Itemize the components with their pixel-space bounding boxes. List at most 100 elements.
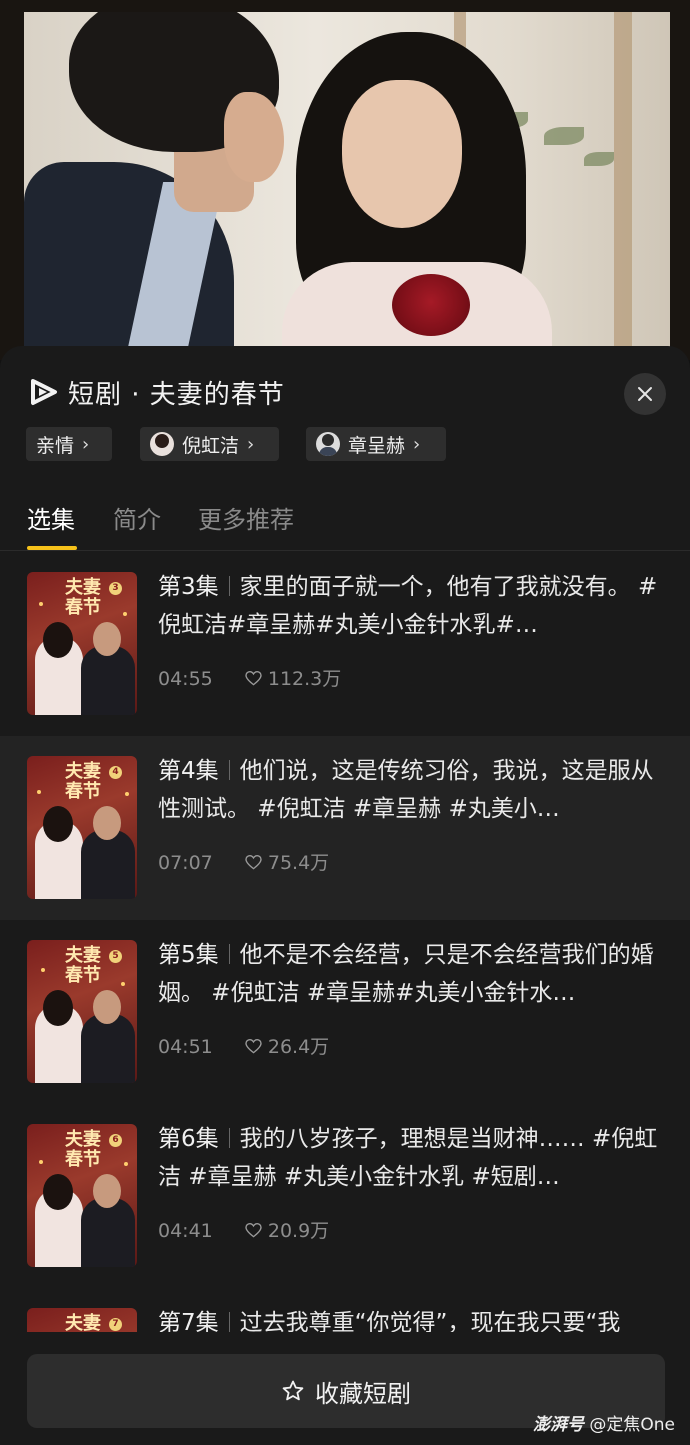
heart-icon [245,1038,262,1054]
episode-likes: 75.4万 [245,852,329,874]
episode-thumbnail[interactable]: 夫妻 春节 6 [27,1124,137,1267]
episode-meta: 04:55 112.3万 [158,664,341,691]
decor-leaf [584,152,614,166]
episode-number: 第6集 [158,1126,219,1152]
episode-summary: 家里的面子就一个，他有了我就没有。 #倪虹洁#章呈赫#丸美小金针水乳#… [158,574,658,638]
episode-meta: 04:41 20.9万 [158,1216,329,1243]
chevron-right-icon: › [413,433,421,455]
tab-episodes[interactable]: 选集 [27,500,75,535]
list-item-partial[interactable]: 夫妻 7 第7集 过去我尊重“你觉得”，现在我只要“我 [0,1288,690,1332]
watermark-account: @定焦One [589,1415,676,1435]
favorite-label: 收藏短剧 [315,1379,411,1408]
tag-label: 亲情 [36,434,75,457]
episode-summary: 我的八岁孩子，理想是当财神…… #倪虹洁 #章呈赫 #丸美小金针水乳 #短剧… [158,1126,658,1190]
episode-number: 第4集 [158,758,219,784]
episode-duration: 04:51 [158,1036,213,1058]
tag-label: 章呈赫 [348,434,406,457]
rose-corsage [392,274,470,336]
thumb-figure [81,1014,135,1083]
tag-actor[interactable]: 章呈赫 › [306,427,446,461]
tag-genre[interactable]: 亲情 › [26,427,112,461]
divider [228,1128,230,1148]
episode-likes: 20.9万 [245,1220,329,1242]
episode-likes: 26.4万 [245,1036,329,1058]
thumb-figure [93,806,121,840]
video-frame[interactable] [24,12,670,360]
thumb-figure [43,1174,73,1210]
close-button[interactable] [624,373,666,415]
chevron-right-icon: › [247,433,255,455]
episode-description: 第7集 过去我尊重“你觉得”，现在我只要“我 [158,1304,663,1332]
episode-likes: 112.3万 [245,668,341,690]
thumb-figure [43,990,73,1026]
decor-leaf [544,127,584,145]
thumb-figure [93,990,121,1024]
episode-summary: 过去我尊重“你觉得”，现在我只要“我 [239,1310,621,1332]
episode-thumbnail[interactable]: 夫妻 春节 4 [27,756,137,899]
list-item[interactable]: 夫妻 春节 5 第5集 他不是不会经营，只是不会经营我们的婚姻。 #倪虹洁 #章呈赫… [0,920,690,1104]
episode-badge: 4 [109,766,122,779]
episode-number: 第5集 [158,942,219,968]
star-icon [282,1380,304,1401]
divider [228,760,230,780]
video-player[interactable] [0,0,690,360]
heart-icon [245,854,262,870]
thumbnail-title: 夫妻 春节 [65,945,101,986]
divider [228,944,230,964]
decor-pole [614,12,632,360]
watermark: 澎湃号 @定焦One [533,1410,675,1435]
list-item[interactable]: 夫妻 春节 6 第6集 我的八岁孩子，理想是当财神…… #倪虹洁 #章呈赫 #丸美小… [0,1104,690,1288]
tag-label: 倪虹洁 [182,434,240,457]
tab-bar: 选集 简介 更多推荐 [0,496,690,551]
episode-thumbnail[interactable]: 夫妻 春节 5 [27,940,137,1083]
thumb-figure [93,1174,121,1208]
tab-intro[interactable]: 简介 [113,500,161,535]
close-icon [638,387,652,401]
short-drama-logo-icon [31,379,57,405]
episode-badge: 7 [109,1318,122,1331]
episode-badge: 5 [109,950,122,963]
episode-meta: 04:51 26.4万 [158,1032,329,1059]
thumb-figure [43,622,73,658]
thumb-figure [93,622,121,656]
actress-face [342,80,462,228]
thumbnail-title: 夫妻 春节 [65,761,101,802]
divider [228,1312,230,1332]
episode-description: 第6集 我的八岁孩子，理想是当财神…… #倪虹洁 #章呈赫 #丸美小金针水乳 #短… [158,1120,663,1196]
panel-header: 短剧 · 夫妻的春节 [0,346,690,426]
heart-icon [245,670,262,686]
episode-description: 第3集 家里的面子就一个，他有了我就没有。 #倪虹洁#章呈赫#丸美小金针水乳#… [158,568,663,644]
tab-recommend[interactable]: 更多推荐 [198,500,294,535]
thumbnail-title: 夫妻 [65,1313,101,1333]
watermark-brand: 澎湃号 [533,1415,584,1435]
episode-summary: 他不是不会经营，只是不会经营我们的婚姻。 #倪虹洁 #章呈赫#丸美小金针水… [158,942,654,1006]
thumbnail-title: 夫妻 春节 [65,1129,101,1170]
divider [228,576,230,596]
heart-icon [245,1222,262,1238]
episode-duration: 04:55 [158,668,213,690]
tag-actor[interactable]: 倪虹洁 › [140,427,279,461]
avatar [316,432,340,456]
episode-duration: 07:07 [158,852,213,874]
list-item[interactable]: 夫妻 春节 3 第3集 家里的面子就一个，他有了我就没有。 #倪虹洁#章呈赫#丸美小… [0,552,690,736]
episode-list[interactable]: 夫妻 春节 3 第3集 家里的面子就一个，他有了我就没有。 #倪虹洁#章呈赫#丸美小… [0,552,690,1332]
thumb-figure [81,830,135,899]
tab-indicator [27,546,77,550]
episode-number: 第7集 [158,1310,219,1332]
episode-number: 第3集 [158,574,219,600]
list-item-current[interactable]: 夫妻 春节 4 第4集 他们说，这是传统习俗，我说，这是服从性测试。 #倪虹洁 #章… [0,736,690,920]
episode-description: 第5集 他不是不会经营，只是不会经营我们的婚姻。 #倪虹洁 #章呈赫#丸美小金针水… [158,936,663,1012]
thumbnail-title: 夫妻 春节 [65,577,101,618]
episode-description: 第4集 他们说，这是传统习俗，我说，这是服从性测试。 #倪虹洁 #章呈赫 #丸美小… [158,752,663,828]
episode-meta: 07:07 75.4万 [158,848,329,875]
episode-summary: 他们说，这是传统习俗，我说，这是服从性测试。 #倪虹洁 #章呈赫 #丸美小… [158,758,654,822]
episode-badge: 6 [109,1134,122,1147]
avatar [150,432,174,456]
thumb-figure [43,806,73,842]
thumb-figure [81,646,135,715]
episode-thumbnail[interactable]: 夫妻 春节 3 [27,572,137,715]
drama-panel: 短剧 · 夫妻的春节 亲情 › 倪虹洁 › 章呈赫 › 选集 简介 更多推荐 夫… [0,346,690,1445]
episode-duration: 04:41 [158,1220,213,1242]
thumb-figure [81,1198,135,1267]
episode-thumbnail[interactable]: 夫妻 7 [27,1308,137,1332]
